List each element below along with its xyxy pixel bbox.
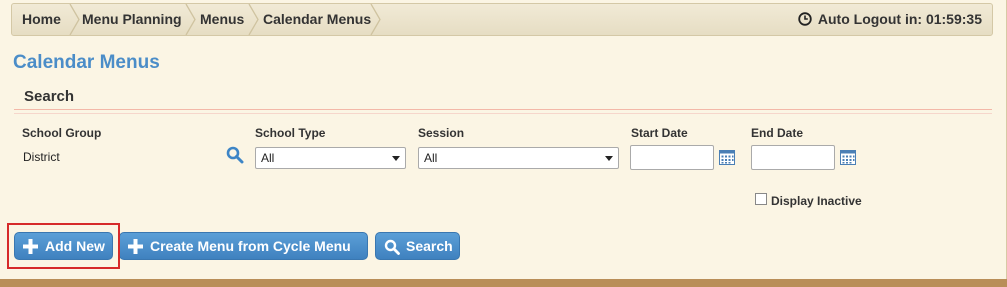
- school-type-selected: All: [261, 151, 275, 165]
- breadcrumb-separator-icon: [248, 4, 259, 35]
- start-date-input[interactable]: [630, 145, 714, 170]
- auto-logout-timer: Auto Logout in: 01:59:35: [798, 4, 982, 35]
- auto-logout-text: Auto Logout in: 01:59:35: [817, 11, 982, 27]
- breadcrumb-menu-planning[interactable]: Menu Planning: [82, 4, 182, 35]
- section-divider: [14, 113, 992, 114]
- session-select[interactable]: All: [418, 147, 619, 169]
- create-menu-from-cycle-button[interactable]: Create Menu from Cycle Menu: [119, 232, 368, 260]
- main-panel: Home Menu Planning Menus Calendar Menus …: [0, 0, 1007, 279]
- search-button[interactable]: Search: [375, 232, 460, 260]
- search-section-title: Search: [24, 88, 75, 105]
- calendar-icon[interactable]: [719, 150, 735, 165]
- chevron-down-icon: [392, 156, 400, 161]
- end-date-input[interactable]: [751, 145, 835, 170]
- breadcrumb-calendar-menus: Calendar Menus: [263, 11, 372, 27]
- add-new-highlight: [7, 223, 120, 269]
- school-type-select[interactable]: All: [255, 147, 406, 169]
- search-icon[interactable]: [226, 146, 244, 164]
- plus-icon: [128, 239, 143, 254]
- start-date-label: Start Date: [631, 126, 688, 140]
- breadcrumb-menus[interactable]: Menus: [200, 4, 244, 35]
- display-inactive-checkbox[interactable]: [755, 193, 767, 205]
- create-menu-from-cycle-label: Create Menu from Cycle Menu: [150, 238, 351, 254]
- breadcrumb-separator-icon: [370, 4, 381, 35]
- school-group-value: District: [23, 150, 60, 164]
- breadcrumb-home[interactable]: Home: [22, 4, 61, 35]
- section-divider: [14, 109, 992, 110]
- end-date-label: End Date: [751, 126, 804, 140]
- session-label: Session: [418, 126, 465, 140]
- page-title: Calendar Menus: [13, 52, 160, 73]
- school-group-label: School Group: [22, 126, 102, 140]
- search-label: Search: [406, 238, 453, 254]
- clock-icon: [798, 12, 812, 26]
- breadcrumb: Home Menu Planning Menus Calendar Menus …: [11, 3, 993, 36]
- search-icon: [384, 239, 400, 255]
- breadcrumb-separator-icon: [69, 4, 80, 35]
- school-type-label: School Type: [255, 126, 326, 140]
- calendar-icon[interactable]: [840, 150, 856, 165]
- breadcrumb-separator-icon: [185, 4, 196, 35]
- chevron-down-icon: [605, 156, 613, 161]
- session-selected: All: [424, 151, 438, 165]
- display-inactive-label: Display Inactive: [771, 194, 862, 208]
